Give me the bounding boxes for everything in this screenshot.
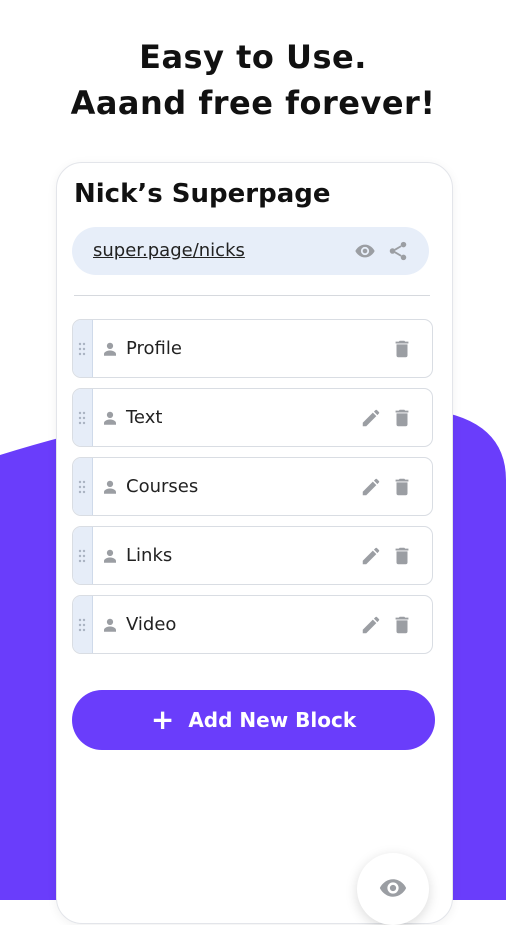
person-icon <box>104 549 116 563</box>
block-label: Links <box>126 545 173 566</box>
phone-card: Nick’s Superpage super.page/nicks Profil… <box>56 162 453 925</box>
person-icon <box>104 618 116 632</box>
add-new-block-button[interactable]: + Add New Block <box>72 690 435 750</box>
share-icon[interactable] <box>387 240 409 262</box>
page-url-link[interactable]: super.page/nicks <box>93 240 245 261</box>
block-label: Video <box>126 614 177 635</box>
headline-line-1: Easy to Use. <box>139 38 367 76</box>
block-row-text[interactable]: Text <box>72 388 433 447</box>
trash-icon[interactable] <box>391 614 413 636</box>
person-icon <box>104 480 116 494</box>
block-label: Text <box>126 407 163 428</box>
url-bar: super.page/nicks <box>72 227 429 275</box>
add-new-block-label: Add New Block <box>188 708 357 732</box>
block-row-links[interactable]: Links <box>72 526 433 585</box>
trash-icon[interactable] <box>391 476 413 498</box>
preview-fab-button[interactable] <box>357 853 429 925</box>
pencil-icon[interactable] <box>360 476 382 498</box>
plus-icon: + <box>150 703 175 736</box>
block-row-courses[interactable]: Courses <box>72 457 433 516</box>
headline: Easy to Use. Aaand free forever! <box>0 34 506 126</box>
pencil-icon[interactable] <box>360 407 382 429</box>
drag-handle-icon[interactable] <box>73 389 93 446</box>
pencil-icon[interactable] <box>360 545 382 567</box>
trash-icon[interactable] <box>391 545 413 567</box>
eye-icon[interactable] <box>354 240 376 262</box>
page-title: Nick’s Superpage <box>74 179 331 209</box>
drag-handle-icon[interactable] <box>73 320 93 377</box>
drag-handle-icon[interactable] <box>73 527 93 584</box>
block-label: Profile <box>126 338 182 359</box>
pencil-icon[interactable] <box>360 614 382 636</box>
trash-icon[interactable] <box>391 407 413 429</box>
person-icon <box>104 411 116 425</box>
trash-icon[interactable] <box>391 338 413 360</box>
block-row-profile[interactable]: Profile <box>72 319 433 378</box>
drag-handle-icon[interactable] <box>73 458 93 515</box>
block-label: Courses <box>126 476 199 497</box>
block-row-video[interactable]: Video <box>72 595 433 654</box>
divider <box>74 295 430 296</box>
eye-icon <box>379 879 407 897</box>
drag-handle-icon[interactable] <box>73 596 93 653</box>
headline-line-2: Aaand free forever! <box>70 84 436 122</box>
person-icon <box>104 342 116 356</box>
